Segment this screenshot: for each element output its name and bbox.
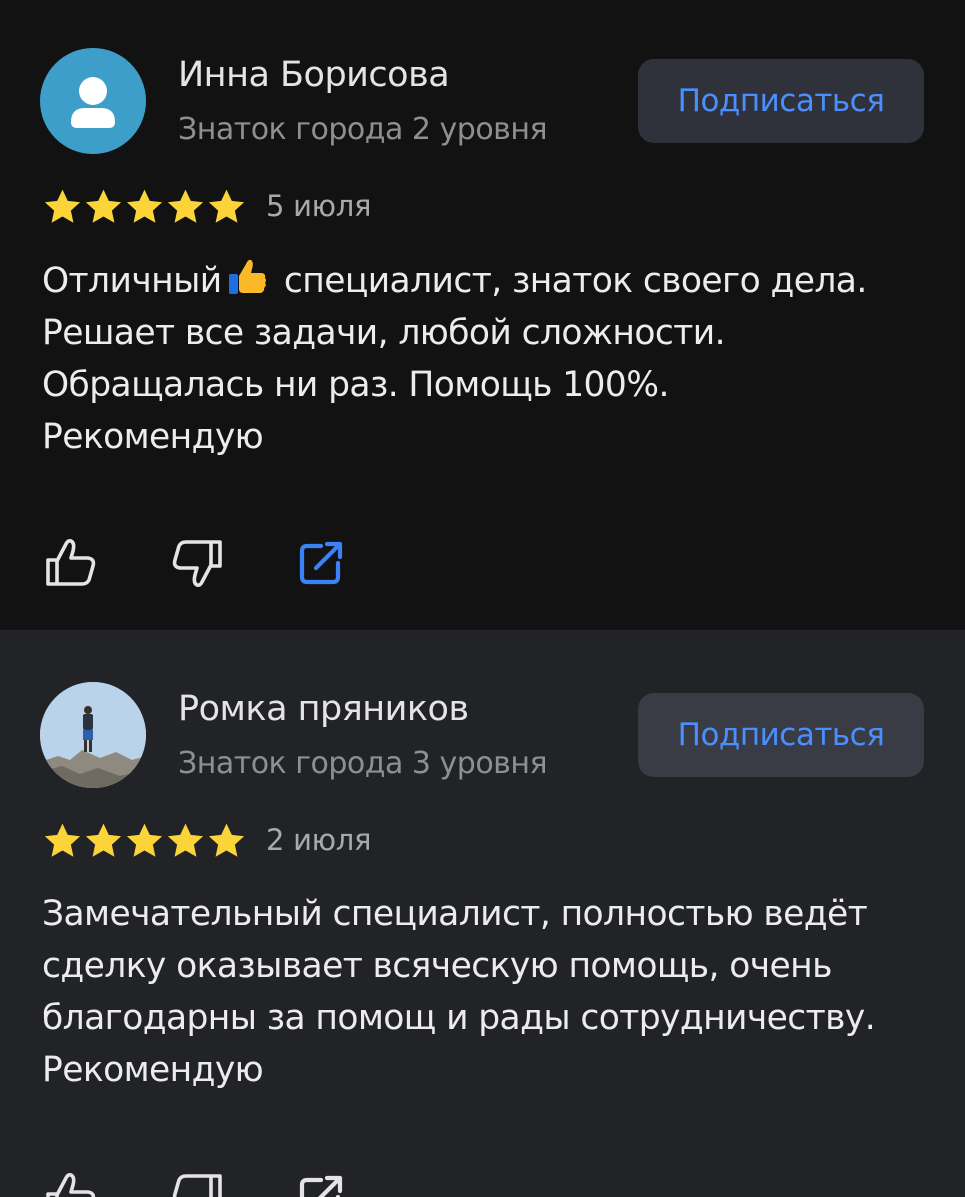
author-level: Знаток города 2 уровня bbox=[178, 112, 548, 147]
star-icon bbox=[208, 823, 245, 857]
avatar[interactable] bbox=[40, 682, 146, 788]
dislike-icon[interactable] bbox=[168, 1168, 226, 1197]
star-icon bbox=[126, 823, 163, 857]
review-text: Замечательный специалист, полностью ведё… bbox=[42, 888, 942, 1096]
review-text-line: Рекомендую bbox=[42, 417, 264, 457]
subscribe-button[interactable]: Подписаться bbox=[638, 693, 924, 777]
star-icon bbox=[85, 189, 122, 223]
share-icon[interactable] bbox=[293, 1168, 351, 1197]
rating-stars bbox=[42, 187, 247, 229]
star-icon bbox=[167, 189, 204, 223]
review-date: 2 июля bbox=[266, 823, 372, 857]
star-icon bbox=[44, 823, 81, 857]
subscribe-button[interactable]: Подписаться bbox=[638, 59, 924, 143]
author-level: Знаток города 3 уровня bbox=[178, 746, 548, 781]
like-icon[interactable] bbox=[42, 534, 100, 592]
star-icon bbox=[167, 823, 204, 857]
user-photo bbox=[40, 682, 146, 788]
dislike-icon[interactable] bbox=[168, 534, 226, 592]
review-date: 5 июля bbox=[266, 189, 372, 223]
thumbs-up-emoji-icon bbox=[228, 259, 266, 294]
review-text-line: Рекомендую bbox=[42, 1050, 264, 1090]
review-text-part: Отличный bbox=[42, 261, 222, 301]
review-text: Отличный специалист, знаток своего дела.… bbox=[42, 254, 942, 463]
review-text-line: Замечательный специалист, полностью ведё… bbox=[42, 894, 876, 1038]
like-icon[interactable] bbox=[42, 1168, 100, 1197]
star-icon bbox=[126, 189, 163, 223]
star-icon bbox=[44, 189, 81, 223]
star-icon bbox=[208, 189, 245, 223]
review-card: Ромка пряников Знаток города 3 уровня По… bbox=[0, 630, 965, 1197]
star-icon bbox=[85, 823, 122, 857]
avatar[interactable] bbox=[40, 48, 146, 154]
share-icon[interactable] bbox=[293, 534, 351, 592]
review-card: Инна Борисова Знаток города 2 уровня Под… bbox=[0, 0, 965, 630]
user-silhouette-icon bbox=[71, 77, 115, 128]
rating-stars bbox=[42, 821, 247, 863]
author-name[interactable]: Инна Борисова bbox=[178, 55, 450, 95]
author-name[interactable]: Ромка пряников bbox=[178, 689, 469, 729]
